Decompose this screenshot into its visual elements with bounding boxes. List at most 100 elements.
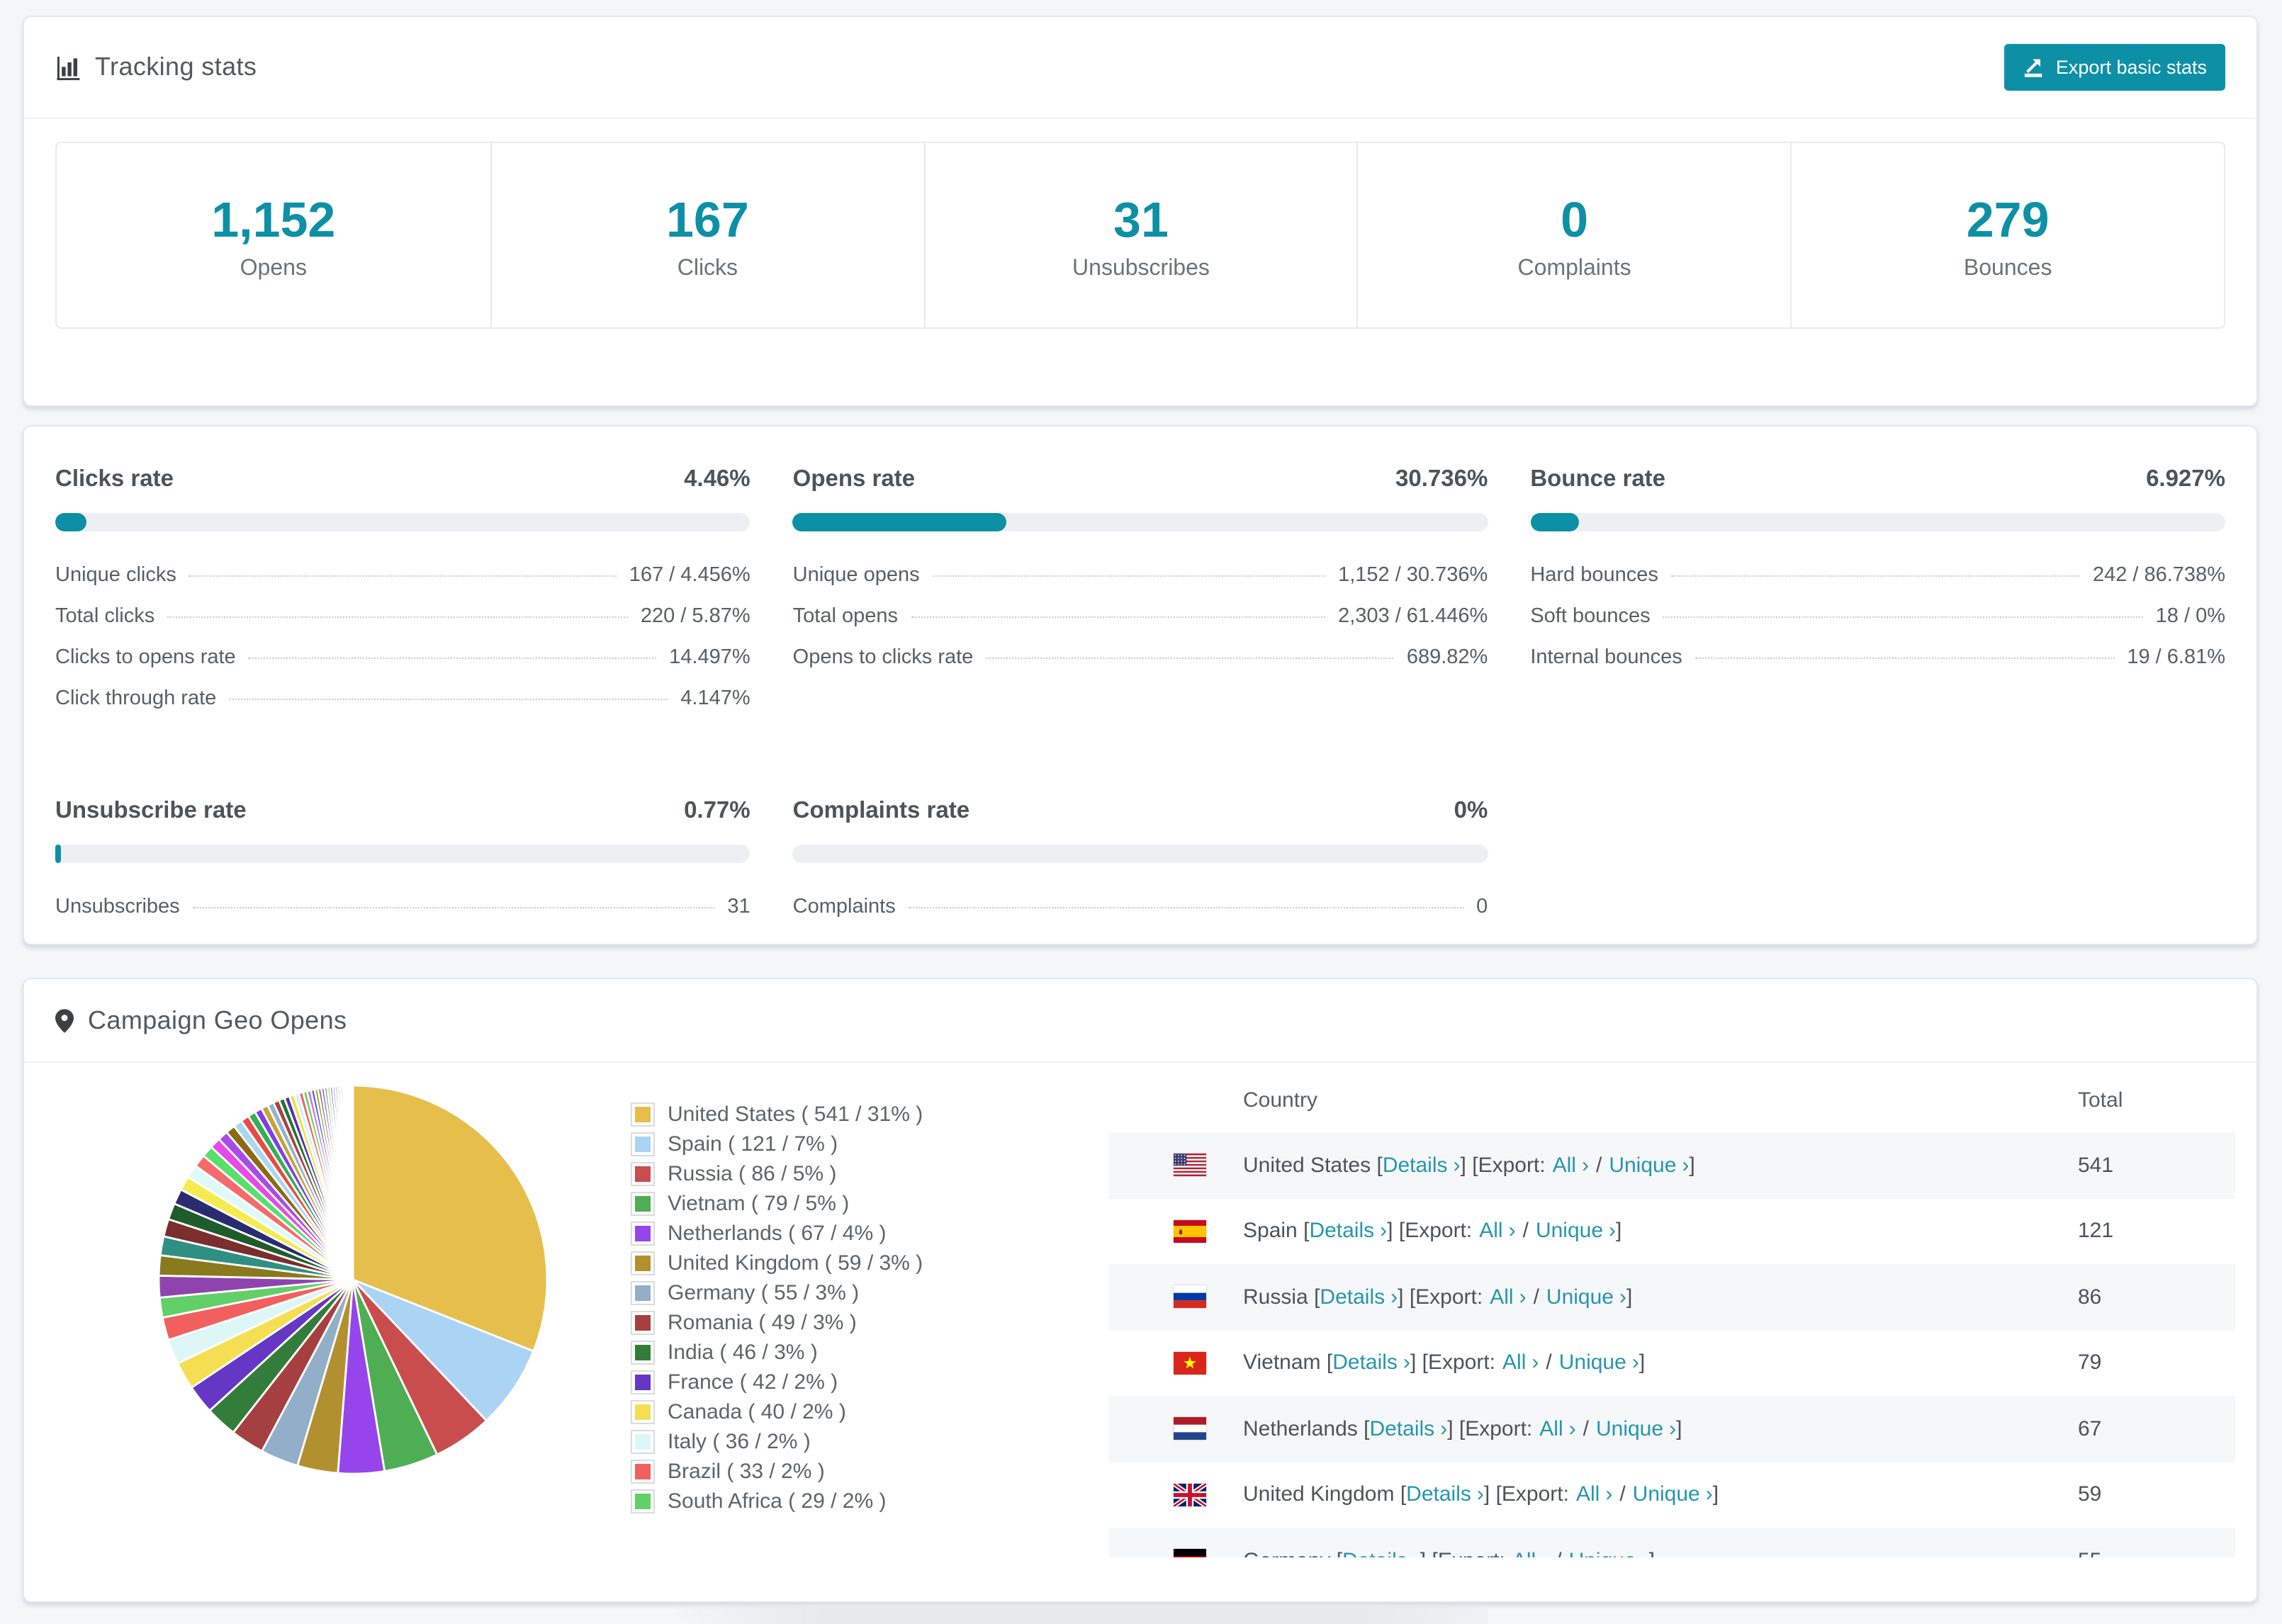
total-column-header: Total [2078,1088,2123,1112]
details-link-label: Details [1382,1153,1448,1178]
chevron-right-icon: › [1581,1153,1589,1178]
legend-item: Germany ( 55 / 3% ) [631,1278,923,1308]
dotted-leader [911,616,1326,617]
rate-detail-row: Unsubscribes 31 [55,886,751,927]
rate-row-label: Click through rate [55,687,217,709]
export-all-link-label: All [1479,1219,1503,1244]
table-row-gb: United Kingdom [Details ›] [Export: All › / U… [1108,1462,2235,1528]
export-icon [2023,57,2045,78]
chevron-right-icon: › [1568,1416,1576,1441]
export-basic-stats-button[interactable]: Export basic stats [2004,44,2225,91]
us-flag-icon [1174,1154,1206,1177]
page: Tracking stats Export basic stats 1,152 O… [0,0,2282,1624]
table-row-ru: Russia [Details ›] [Export: All › / Unique ›] 8… [1108,1264,2235,1330]
dotted-leader [908,906,1464,908]
legend-swatch [631,1222,655,1246]
legend-swatch-color [635,1404,651,1420]
details-link[interactable]: Details› [1320,1285,1398,1309]
legend-label: India ( 46 / 3% ) [668,1341,818,1365]
rate-title: Complaints rate [792,798,970,823]
rate-title: Opens rate [792,466,916,492]
export-all-link[interactable]: All› [1553,1154,1589,1178]
rate-detail-row: Unique opens 1,152 / 30.736% [793,554,1488,595]
punctuation: Export: [1478,1153,1546,1178]
stat-box-opens: 1,152 Opens [57,143,490,327]
table-row-us: United States [Details ›] [Export: All › / Un… [1108,1132,2235,1198]
punctuation: / [1556,1549,1561,1558]
rate-progress-bar [792,845,1488,863]
legend-item: Russia ( 86 / 5% ) [631,1159,923,1189]
table-row-es: Spain [Details ›] [Export: All › / Unique ›] 12… [1108,1198,2235,1264]
punctuation: [ [1337,1549,1342,1558]
legend-swatch-color [635,1494,651,1509]
export-unique-link[interactable]: Unique› [1633,1483,1713,1507]
export-all-link-label: All [1575,1482,1600,1507]
stat-value: 0 [1561,193,1589,248]
chevron-right-icon: › [1519,1285,1527,1309]
stat-box-bounces: 279 Bounces [1790,143,2224,327]
legend-swatch-color [635,1345,651,1360]
chevron-right-icon: › [1476,1482,1484,1507]
export-all-link[interactable]: All› [1576,1483,1612,1507]
export-all-link[interactable]: All› [1479,1219,1515,1244]
export-unique-link[interactable]: Unique› [1559,1351,1639,1375]
export-unique-link[interactable]: Unique› [1596,1417,1676,1441]
punctuation: ] [1616,1219,1622,1244]
export-all-link-label: All [1512,1549,1536,1558]
legend-label: United Kingdom ( 59 / 3% ) [668,1251,923,1275]
rate-detail-row: Click through rate 4.147% [55,677,751,718]
export-unique-link[interactable]: Unique› [1536,1219,1616,1244]
details-link[interactable]: Details› [1406,1483,1484,1507]
punctuation: / [1619,1482,1626,1507]
legend-swatch-color [635,1434,651,1450]
rate-row-label: Unique opens [792,563,920,586]
legend-label: Spain ( 121 / 7% ) [668,1132,838,1156]
export-all-link[interactable]: All› [1502,1351,1539,1375]
legend-label: Netherlands ( 67 / 4% ) [668,1222,887,1246]
rates-card: Clicks rate 4.46% Unique clicks 167 / 4.456… [23,425,2258,945]
geo-table-header: Country Total [1108,1067,2235,1132]
details-link-label: Details [1342,1549,1407,1558]
export-unique-link[interactable]: Unique› [1609,1154,1689,1178]
export-all-link[interactable]: All› [1539,1417,1575,1441]
details-link[interactable]: Details› [1383,1154,1461,1178]
chevron-right-icon: › [1605,1482,1613,1507]
rate-row-label: Opens to clicks rate [792,645,974,668]
rate-value: 30.736% [1395,466,1488,492]
punctuation: Export: [1465,1416,1533,1441]
tracking-stats-header: Tracking stats Export basic stats [24,17,2256,119]
rate-detail-row: Complaints 0 [793,886,1488,927]
details-link[interactable]: Details› [1369,1417,1447,1441]
punctuation: [ [1472,1153,1478,1178]
legend-swatch [631,1489,655,1513]
export-all-link-label: All [1552,1153,1576,1178]
country-name: Germany [1243,1549,1330,1558]
gb-flag-icon [1174,1483,1206,1506]
rate-detail-row: Unique clicks 167 / 4.456% [55,554,751,595]
punctuation: Export: [1405,1219,1473,1244]
total-cell: 55 [2078,1549,2235,1558]
export-button-label: Export basic stats [2055,57,2207,78]
rate-progress-fill [1530,513,1579,531]
stat-label: Unsubscribes [1072,256,1210,281]
export-all-link-label: All [1490,1285,1514,1309]
details-link[interactable]: Details› [1342,1549,1420,1558]
details-link[interactable]: Details› [1309,1219,1387,1244]
geo-table: Country Total United States [Details ›] [… [1108,1067,2235,1557]
legend-item: United Kingdom ( 59 / 3% ) [631,1248,923,1278]
dotted-leader [1694,657,2115,658]
legend-swatch-color [635,1315,651,1331]
punctuation: ] [1460,1153,1466,1178]
legend-item: Spain ( 121 / 7% ) [631,1129,923,1159]
export-unique-link[interactable]: Unique› [1546,1285,1626,1309]
export-all-link[interactable]: All› [1490,1285,1526,1309]
legend-swatch [631,1341,655,1365]
rate-block-1: Opens rate 30.736% Unique opens 1,152 / 30.… [792,466,1488,718]
punctuation: [ [1400,1482,1407,1507]
chevron-right-icon: › [1531,1350,1539,1375]
export-unique-link[interactable]: Unique› [1569,1549,1649,1558]
details-link[interactable]: Details› [1332,1351,1410,1375]
legend-item: Netherlands ( 67 / 4% ) [631,1219,923,1248]
export-all-link[interactable]: All› [1512,1549,1548,1558]
country-name: Russia [1243,1285,1308,1309]
